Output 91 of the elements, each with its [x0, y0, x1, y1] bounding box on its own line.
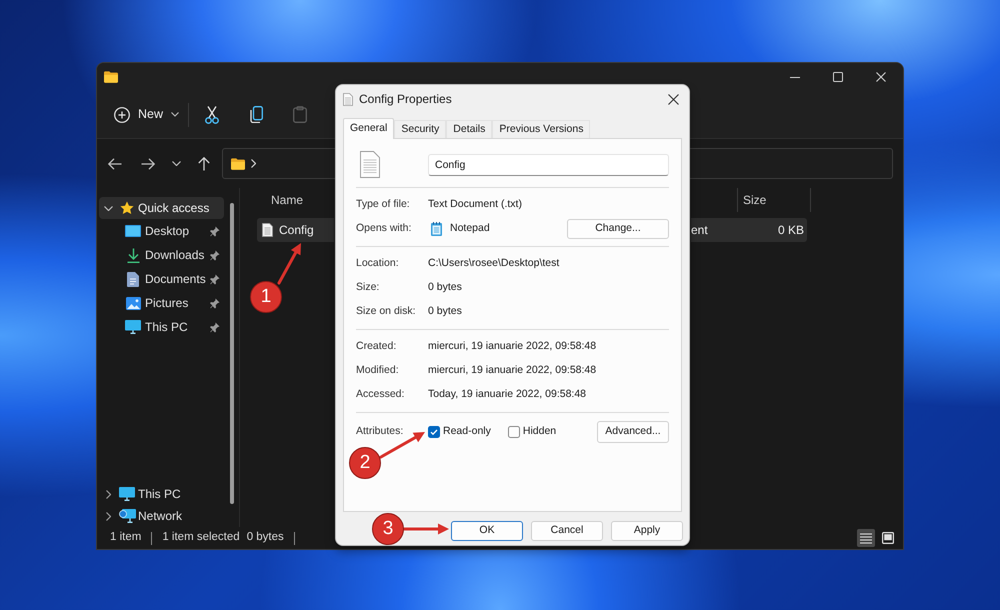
- sidebar-label: Network: [138, 508, 182, 525]
- field-value: C:\Users\rosee\Desktop\test: [428, 256, 560, 272]
- chevron-down-icon: [172, 161, 180, 166]
- checkbox-label[interactable]: Read-only: [443, 424, 491, 440]
- field-label: Size on disk:: [356, 304, 417, 320]
- field-label: Created:: [356, 339, 398, 354]
- window-title: Config Properties: [359, 91, 452, 108]
- copy-icon: [250, 106, 263, 123]
- square-icon: [882, 532, 894, 544]
- network-icon: [118, 509, 136, 523]
- download-icon: [126, 248, 140, 262]
- sidebar-label: This PC: [138, 486, 181, 503]
- list-icon: [860, 532, 872, 544]
- field-value: 0 bytes: [428, 280, 462, 296]
- dialog-button[interactable]: OK: [451, 521, 523, 541]
- folder-icon: [104, 71, 118, 83]
- column-header[interactable]: Name: [257, 188, 333, 212]
- table-cell: ent: [691, 218, 737, 242]
- change-button[interactable]: Change...: [567, 219, 669, 239]
- field-label: Type of file:: [356, 197, 411, 212]
- clipboard-icon: [293, 106, 308, 123]
- column-header[interactable]: Size: [737, 188, 811, 212]
- field-label: Accessed:: [356, 387, 406, 402]
- sidebar-item[interactable]: This PC: [99, 483, 224, 505]
- view-button[interactable]: [857, 529, 875, 547]
- field-label: Modified:: [356, 363, 400, 378]
- document-icon: [262, 223, 273, 237]
- field-value: miercuri, 19 ianuarie 2022, 09:58:48: [428, 363, 596, 378]
- file-name: Config: [279, 222, 314, 239]
- sidebar-item[interactable]: Network: [99, 505, 224, 527]
- desktop-icon: [125, 225, 141, 237]
- document-icon: [360, 151, 380, 178]
- field-value: Notepad: [450, 221, 490, 236]
- monitor-icon: [125, 320, 141, 334]
- tab[interactable]: Previous Versions: [492, 120, 590, 138]
- dialog-button[interactable]: Apply: [611, 521, 683, 541]
- sidebar-label: Pictures: [145, 295, 188, 312]
- sidebar-item[interactable]: Desktop: [99, 219, 224, 243]
- document-icon: [343, 92, 353, 106]
- field-label: Attributes:: [356, 424, 404, 440]
- field-label: Size:: [356, 280, 380, 296]
- sidebar-item[interactable]: Quick access: [99, 197, 224, 219]
- sidebar-label: Downloads: [145, 247, 204, 264]
- tab[interactable]: Details: [446, 120, 492, 138]
- plus-circle-icon: [114, 106, 130, 122]
- sidebar-label: This PC: [145, 319, 188, 336]
- sidebar-label: Documents: [145, 271, 206, 288]
- close-icon: [876, 72, 886, 82]
- file-name-field[interactable]: Config: [428, 154, 669, 176]
- field-label: Opens with:: [356, 221, 412, 236]
- sidebar-label: Desktop: [145, 223, 190, 240]
- status-text: 1 item selected: [162, 530, 240, 546]
- status-text: 1 item: [110, 530, 142, 546]
- dialog-button[interactable]: Cancel: [531, 521, 603, 541]
- advanced-button[interactable]: Advanced...: [597, 421, 669, 443]
- picture-icon: [126, 296, 140, 310]
- new-button[interactable]: New: [108, 98, 186, 130]
- arrow-up-icon: [198, 156, 210, 170]
- arrow-right-icon: [141, 158, 155, 170]
- star-icon: [120, 201, 134, 215]
- arrow-left-icon: [108, 158, 122, 170]
- checkbox-label[interactable]: Hidden: [522, 424, 556, 440]
- maximize-icon: [832, 72, 842, 82]
- folder-icon: [231, 158, 245, 170]
- field-value: Text Document (.txt): [428, 197, 522, 212]
- minimize-icon: [790, 76, 800, 78]
- sidebar-item[interactable]: Documents: [99, 267, 224, 291]
- scrollbar-thumb[interactable]: [230, 203, 234, 504]
- sidebar-item[interactable]: Pictures: [99, 291, 224, 315]
- document-icon: [127, 272, 139, 286]
- table-cell[interactable]: Config: [257, 218, 334, 242]
- notepad-icon: [431, 222, 442, 236]
- field-value: Today, 19 ianuarie 2022, 09:58:48: [428, 387, 586, 402]
- field-value: 0 bytes: [428, 304, 462, 320]
- close-icon: [668, 94, 678, 104]
- table-cell: 0 KB: [737, 218, 807, 242]
- sidebar-label: Quick access: [138, 200, 210, 217]
- tab[interactable]: Security: [394, 120, 446, 138]
- sidebar-item[interactable]: Downloads: [99, 243, 224, 267]
- checkbox[interactable]: [508, 426, 520, 438]
- field-label: Location:: [356, 256, 400, 272]
- checkbox[interactable]: [428, 426, 440, 438]
- caret-icon: [171, 112, 180, 117]
- status-text: 0 bytes: [246, 530, 284, 546]
- chevron-right-icon: [251, 159, 256, 168]
- scissors-icon: [205, 106, 220, 124]
- view-button[interactable]: [879, 529, 897, 547]
- monitor-icon: [119, 487, 135, 501]
- field-value: miercuri, 19 ianuarie 2022, 09:58:48: [428, 339, 596, 354]
- sidebar-item[interactable]: This PC: [99, 315, 224, 339]
- tab[interactable]: General: [343, 118, 394, 139]
